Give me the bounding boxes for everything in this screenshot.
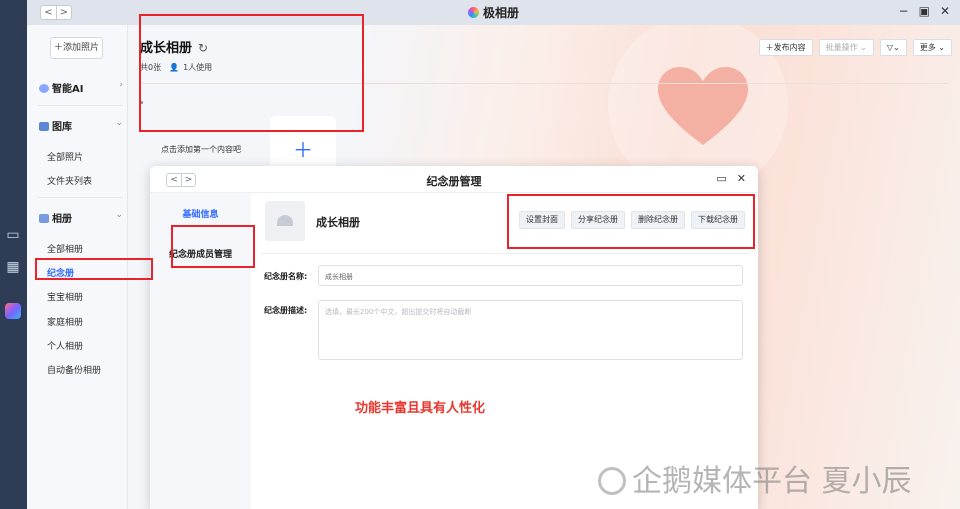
album-meta: 共0张 👤 1人使用 <box>140 62 212 73</box>
empty-tip: 点击添加第一个内容吧 <box>161 145 241 154</box>
dialog-sidebar: 基础信息 纪念册成员管理 <box>150 193 251 509</box>
sidebar-item-all-photos[interactable]: 全部照片 <box>47 150 83 163</box>
name-label: 纪念册名称: <box>264 272 308 281</box>
user-count: 1人使用 <box>183 63 213 72</box>
gallery-icon <box>39 122 49 131</box>
watermark-text: 企鹅媒体平台 夏小辰 <box>632 464 912 499</box>
download-button[interactable]: 下载纪念册 <box>691 211 745 229</box>
tab-basic-info[interactable]: 基础信息 <box>150 207 251 220</box>
tab-member-manage[interactable]: 纪念册成员管理 <box>150 247 251 260</box>
refresh-icon[interactable]: ↻ <box>198 41 208 55</box>
sidebar-item-auto-backup[interactable]: 自动备份相册 <box>47 363 101 376</box>
sidebar-gallery-label: 图库 <box>52 122 72 133</box>
divider <box>37 197 123 198</box>
sidebar-item-ai[interactable]: 智能AI › <box>39 80 123 95</box>
sidebar-item-memorial[interactable]: 纪念册 <box>47 266 74 279</box>
grid-icon[interactable]: ▦ <box>2 258 24 276</box>
desc-label: 纪念册描述: <box>264 306 308 315</box>
ai-icon <box>39 84 49 93</box>
chevron-down-icon: ⌄ <box>115 118 123 128</box>
share-button[interactable]: 分享纪念册 <box>571 211 625 229</box>
photo-app-icon[interactable] <box>5 303 21 319</box>
chevron-down-icon: ⌄ <box>115 210 123 220</box>
app-title: 极相册 <box>27 4 960 21</box>
sidebar-ai-label: 智能AI <box>52 84 84 95</box>
filter-button[interactable]: ▽⌄ <box>879 39 907 56</box>
delete-button[interactable]: 删除纪念册 <box>631 211 685 229</box>
window-controls: − ▣ ✕ <box>899 4 950 18</box>
desktop-dock: ▭ ▦ <box>0 0 27 509</box>
dialog-controls: ▭ ✕ <box>716 172 746 185</box>
dialog-album-name: 成长相册 <box>316 216 360 229</box>
chevron-right-icon: › <box>119 80 123 90</box>
divider <box>140 83 948 84</box>
album-cover-thumbnail <box>265 201 305 241</box>
divider <box>37 105 123 106</box>
sidebar-albums-label: 相册 <box>52 214 72 225</box>
maximize-icon[interactable]: ▣ <box>919 4 930 18</box>
close-icon[interactable]: ✕ <box>940 4 950 18</box>
close-icon[interactable]: ✕ <box>737 172 746 185</box>
watermark-logo-icon <box>598 467 626 495</box>
add-photo-button[interactable]: ＋添加照片 <box>50 37 103 59</box>
sidebar-item-all-albums[interactable]: 全部相册 <box>47 242 83 255</box>
page-title: 成长相册 ↻ <box>140 37 208 56</box>
sidebar: ＋添加照片 智能AI › 图库 ⌄ 全部照片 文件夹列表 相册 ⌄ 全部相册 纪念册 … <box>27 25 128 509</box>
sidebar-item-albums[interactable]: 相册 ⌄ <box>39 210 123 225</box>
minimize-icon[interactable]: − <box>899 4 909 18</box>
app-title-text: 极相册 <box>482 6 519 20</box>
maximize-icon[interactable]: ▭ <box>716 172 726 185</box>
album-icon <box>39 214 49 223</box>
sidebar-item-baby[interactable]: 宝宝相册 <box>47 290 83 303</box>
filter-chevron: ⌄ <box>893 43 900 52</box>
sidebar-item-family[interactable]: 家庭相册 <box>47 315 83 328</box>
heart-decoration-icon <box>658 67 748 145</box>
sidebar-item-gallery[interactable]: 图库 ⌄ <box>39 118 123 133</box>
toolbar: ＋发布内容 批量操作 ⌄ ▽⌄ 更多 ⌄ <box>758 39 952 56</box>
app-logo-icon <box>467 7 479 18</box>
more-button[interactable]: 更多 ⌄ <box>912 39 952 56</box>
user-icon: 👤 <box>169 63 180 72</box>
album-actions: 设置封面 分享纪念册 删除纪念册 下载纪念册 <box>519 211 745 229</box>
feature-annotation: 功能丰富且具有人性化 <box>355 401 486 416</box>
sidebar-item-personal[interactable]: 个人相册 <box>47 339 83 352</box>
page-title-text: 成长相册 <box>140 41 193 56</box>
desc-field[interactable]: 选填，最长200个中文，超出提交时将自动截断 <box>318 300 743 360</box>
publish-button[interactable]: ＋发布内容 <box>758 39 813 56</box>
sidebar-item-folder-list[interactable]: 文件夹列表 <box>47 174 92 187</box>
batch-button[interactable]: 批量操作 ⌄ <box>818 39 874 56</box>
set-cover-button[interactable]: 设置封面 <box>519 211 565 229</box>
laptop-icon[interactable]: ▭ <box>2 226 24 244</box>
watermark: 企鹅媒体平台 夏小辰 <box>598 456 912 500</box>
title-bar: < > 极相册 − ▣ ✕ <box>27 0 960 25</box>
name-field[interactable]: 成长相册 <box>318 265 743 286</box>
divider <box>261 253 748 254</box>
dialog-title: 纪念册管理 <box>426 175 482 188</box>
photo-count: 共0张 <box>140 63 162 72</box>
dot <box>140 101 143 104</box>
dialog-title-bar: < > 纪念册管理 ▭ ✕ <box>150 166 758 193</box>
plus-icon: ＋ <box>293 138 313 162</box>
